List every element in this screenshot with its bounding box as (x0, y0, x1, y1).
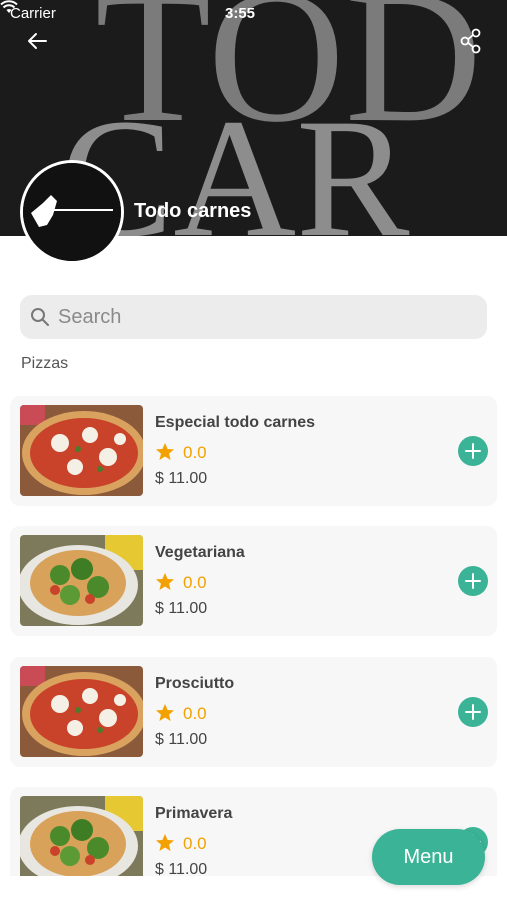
plus-icon (465, 704, 481, 720)
product-name: Primavera (155, 805, 233, 822)
product-rating: 0.0 (183, 834, 207, 853)
plus-icon (465, 573, 481, 589)
product-name: Vegetariana (155, 544, 245, 561)
product-card[interactable]: Especial todo carnes 0.0 $ 11.00 (10, 396, 497, 506)
product-price: $ 11.00 (155, 470, 208, 487)
search-bar[interactable] (20, 295, 487, 339)
store-name: Todo carnes (134, 200, 252, 222)
product-image (20, 535, 143, 626)
menu-button[interactable]: Menu (372, 829, 485, 885)
star-icon (156, 573, 174, 590)
product-image (20, 666, 143, 757)
category-heading: Pizzas (21, 355, 69, 372)
product-price: $ 11.00 (155, 731, 208, 748)
product-rating: 0.0 (183, 573, 207, 592)
store-logo-image (23, 163, 121, 261)
star-icon (156, 443, 174, 460)
plus-icon (465, 443, 481, 459)
search-icon (31, 308, 49, 326)
product-image (20, 405, 143, 496)
product-name: Prosciutto (155, 675, 235, 692)
star-icon (156, 834, 174, 851)
add-to-cart-button[interactable] (458, 566, 488, 596)
status-bar: Carrier 3:55 (0, 0, 507, 28)
store-logo (20, 160, 124, 264)
back-arrow-icon (28, 33, 47, 49)
product-card[interactable]: Vegetariana 0.0 $ 11.00 (10, 526, 497, 636)
add-to-cart-button[interactable] (458, 697, 488, 727)
clock-label: 3:55 (225, 5, 256, 22)
wifi-icon (0, 0, 18, 13)
product-image (20, 796, 143, 887)
add-to-cart-button[interactable] (458, 436, 488, 466)
product-rating: 0.0 (183, 704, 207, 723)
product-card[interactable]: Prosciutto 0.0 $ 11.00 (10, 657, 497, 767)
search-input[interactable] (58, 305, 458, 329)
star-icon (156, 704, 174, 721)
back-button[interactable] (22, 26, 52, 56)
share-button[interactable] (456, 26, 486, 56)
share-icon (460, 28, 481, 54)
product-name: Especial todo carnes (155, 414, 316, 431)
product-rating: 0.0 (183, 443, 207, 462)
product-price: $ 11.00 (155, 600, 208, 617)
